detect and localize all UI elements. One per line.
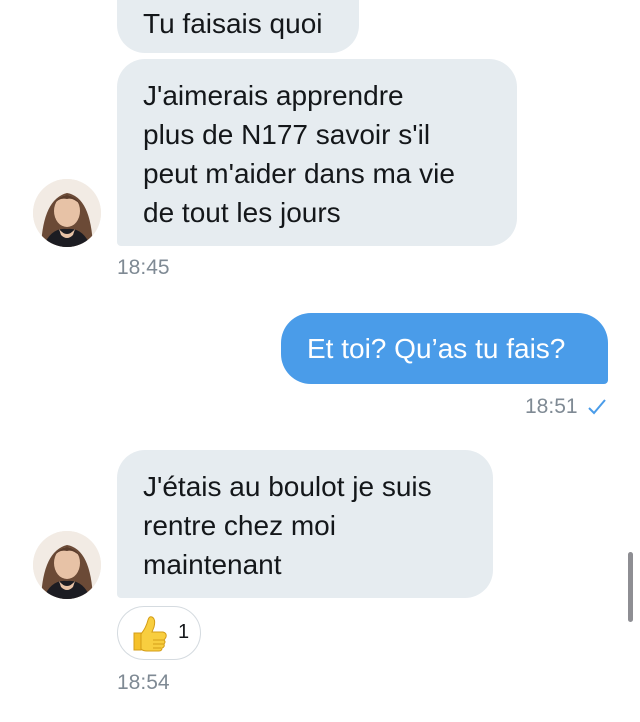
outgoing-message-bubble[interactable]: Et toi? Qu’as tu fais?	[281, 313, 608, 384]
reaction-badge[interactable]: 1	[117, 606, 201, 660]
incoming-message-bubble[interactable]: J'étais au boulot je suis rentre chez mo…	[117, 450, 493, 598]
avatar-photo	[33, 179, 101, 247]
message-timestamp: 18:54	[117, 671, 170, 694]
message-timestamp: 18:45	[117, 256, 170, 279]
incoming-message-bubble[interactable]: Tu faisais quoi	[117, 0, 359, 53]
incoming-message-bubble[interactable]: J'aimerais apprendre plus de N177 savoir…	[117, 59, 517, 246]
reaction-count: 1	[178, 621, 190, 643]
conversation-thread[interactable]: Tu faisais quoi J'aimerais apprendre plu…	[0, 0, 640, 722]
contact-avatar[interactable]	[33, 179, 101, 247]
message-text: J'aimerais apprendre plus de N177 savoir…	[143, 80, 455, 228]
contact-avatar[interactable]	[33, 531, 101, 599]
message-text: Et toi? Qu’as tu fais?	[307, 333, 566, 364]
thumbs-up-icon	[133, 616, 167, 652]
check-icon	[588, 399, 606, 415]
message-timestamp: 18:51	[525, 395, 578, 418]
message-text: J'étais au boulot je suis rentre chez mo…	[143, 471, 432, 580]
message-text: Tu faisais quoi	[143, 8, 323, 39]
avatar-photo	[33, 531, 101, 599]
scrollbar[interactable]	[628, 552, 633, 622]
